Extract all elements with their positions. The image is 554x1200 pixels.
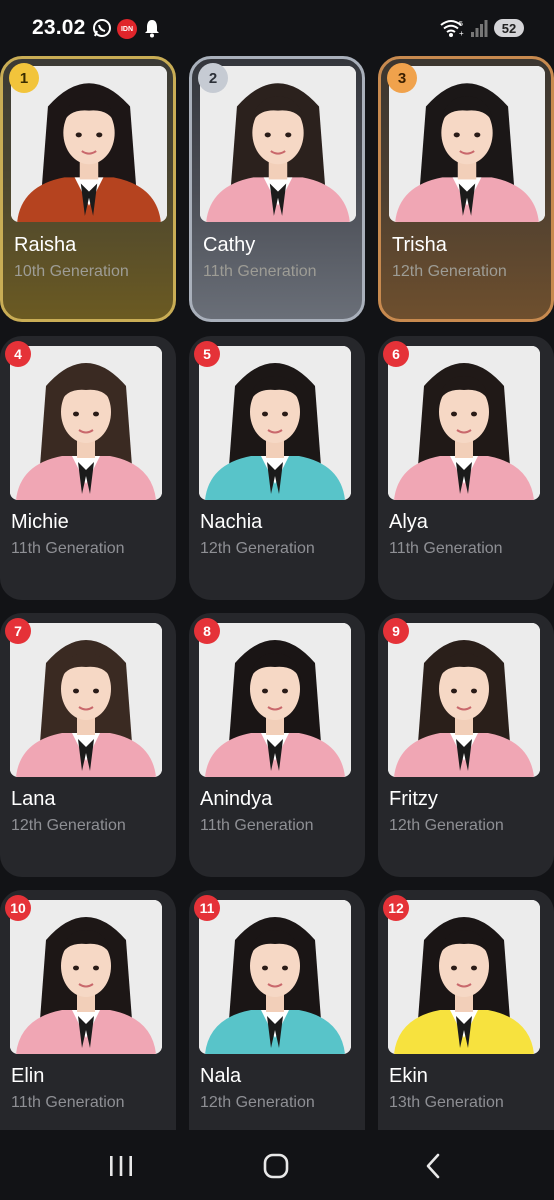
member-photo [199,346,351,500]
member-generation: 12th Generation [392,263,507,280]
rank-badge: 8 [194,618,220,644]
battery-icon: 52 [494,19,524,37]
member-name: Ekin [389,1065,428,1087]
status-time: 23.02 [32,16,86,39]
home-icon[interactable] [262,1152,290,1180]
recents-icon[interactable] [107,1152,135,1180]
member-name: Elin [11,1065,45,1087]
member-card[interactable]: 6 Alya 11th Generation [378,336,554,600]
rank-badge: 10 [5,895,31,921]
rank-badge: 11 [194,895,220,921]
rank-badge: 3 [387,63,417,93]
member-card[interactable]: 9 Fritzy 12th Generation [378,613,554,877]
bell-icon [145,20,159,38]
member-name: Lana [11,788,56,810]
member-photo [388,346,540,500]
member-photo [11,66,167,222]
member-name: Nala [200,1065,242,1087]
member-card[interactable]: 5 Nachia 12th Generation [189,336,365,600]
whatsapp-icon [93,19,111,37]
rank-badge: 4 [5,341,31,367]
member-card[interactable]: 10 Elin 11th Generation [0,890,176,1154]
wifi-icon: 5 + [440,20,464,38]
member-name: Fritzy [389,788,438,810]
rank-badge: 7 [5,618,31,644]
member-generation: 11th Generation [389,540,503,557]
member-card[interactable]: 11 Nala 12th Generation [189,890,365,1154]
member-photo [199,623,351,777]
member-name: Raisha [14,234,77,256]
rank-badge: 12 [383,895,409,921]
svg-text:5: 5 [459,21,463,28]
member-name: Anindya [200,788,273,810]
member-name: Alya [389,511,428,533]
svg-text:+: + [459,29,464,38]
member-card[interactable]: 3 Trisha 12th Generation [378,56,554,322]
member-card[interactable]: 2 Cathy 11th Generation [189,56,365,322]
member-grid: 1 Raisha 10th Generation 2 Cathy 11th Generat… [0,56,554,1154]
member-name: Trisha [392,234,447,256]
navigation-bar [0,1130,554,1200]
idn-icon: IDN [117,19,137,39]
member-name: Nachia [200,511,263,533]
member-generation: 11th Generation [200,817,314,834]
member-generation: 11th Generation [203,263,317,280]
member-photo [388,900,540,1054]
member-generation: 13th Generation [389,1094,504,1111]
member-name: Cathy [203,234,256,256]
member-generation: 10th Generation [14,263,129,280]
member-generation: 12th Generation [200,1094,315,1111]
member-photo [10,346,162,500]
member-generation: 11th Generation [11,540,125,557]
member-generation: 11th Generation [11,1094,125,1111]
member-card[interactable]: 12 Ekin 13th Generation [378,890,554,1154]
member-card[interactable]: 7 Lana 12th Generation [0,613,176,877]
status-bar: 23.02 IDN 5 + 52 [0,0,554,56]
rank-badge: 2 [198,63,228,93]
rank-badge: 9 [383,618,409,644]
member-card[interactable]: 8 Anindya 11th Generation [189,613,365,877]
member-generation: 12th Generation [11,817,126,834]
member-generation: 12th Generation [389,817,504,834]
rank-badge: 6 [383,341,409,367]
member-card[interactable]: 4 Michie 11th Generation [0,336,176,600]
member-photo [10,623,162,777]
member-name: Michie [11,511,69,533]
back-icon[interactable] [420,1152,448,1180]
member-card[interactable]: 1 Raisha 10th Generation [0,56,176,322]
rank-badge: 1 [9,63,39,93]
member-photo [10,900,162,1054]
member-photo [388,623,540,777]
rank-badge: 5 [194,341,220,367]
signal-icon [471,20,488,37]
member-photo [199,900,351,1054]
member-photo [200,66,356,222]
member-photo [389,66,545,222]
member-generation: 12th Generation [200,540,315,557]
